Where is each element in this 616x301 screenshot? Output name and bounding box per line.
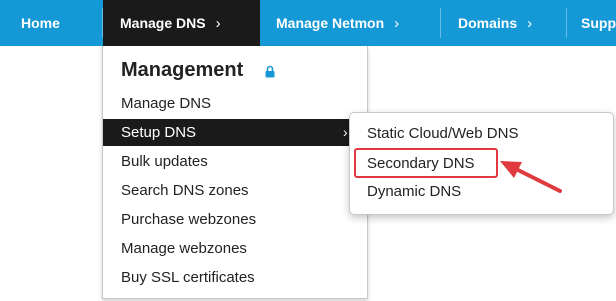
chevron-right-icon: › (394, 15, 400, 32)
menu-item-manage-dns[interactable]: Manage DNS (103, 90, 367, 117)
chevron-right-icon: › (343, 124, 348, 140)
nav-support-label: Supp (581, 15, 616, 31)
nav-manage-dns[interactable]: Manage DNS › (103, 0, 260, 46)
chevron-right-icon: › (215, 15, 221, 32)
menu-item-bulk-updates[interactable]: Bulk updates (103, 148, 367, 175)
menu-item-manage-webzones[interactable]: Manage webzones (103, 235, 367, 262)
nav-manage-netmon[interactable]: Manage Netmon › (260, 0, 440, 46)
nav-manage-netmon-label: Manage Netmon › (276, 15, 400, 32)
menu-item-purchase-webzones[interactable]: Purchase webzones (103, 206, 367, 233)
menu-item-label: Purchase webzones (121, 211, 257, 228)
lock-icon (265, 65, 275, 83)
nav-manage-dns-label: Manage DNS › (120, 15, 221, 32)
nav-home-label: Home (21, 15, 60, 31)
submenu-item-static-cloud-web-dns[interactable]: Static Cloud/Web DNS (350, 120, 613, 148)
top-navbar: Home Manage DNS › Manage Netmon › Domains ›… (0, 0, 616, 46)
nav-home[interactable]: Home (0, 0, 102, 46)
menu-item-label: Search DNS zones (121, 182, 249, 199)
nav-domains[interactable]: Domains › (441, 0, 566, 46)
submenu-item-label: Static Cloud/Web DNS (367, 125, 519, 142)
nav-support[interactable]: Supp (567, 0, 616, 46)
submenu-item-label: Secondary DNS (367, 155, 475, 172)
setup-dns-submenu: Static Cloud/Web DNS Secondary DNS Dynam… (349, 112, 614, 215)
management-heading: Management (121, 59, 244, 81)
menu-item-buy-ssl-certificates[interactable]: Buy SSL certificates (103, 264, 367, 291)
red-arrow-icon (494, 157, 566, 202)
menu-item-label: Manage DNS (121, 95, 212, 112)
menu-item-label: Manage webzones (121, 240, 247, 257)
submenu-item-dynamic-dns[interactable]: Dynamic DNS (350, 178, 613, 206)
menu-item-label: Bulk updates (121, 153, 208, 170)
chevron-right-icon: › (527, 15, 533, 32)
management-dropdown: Management Manage DNS Setup DNS › Bulk u… (102, 46, 368, 299)
submenu-item-label: Dynamic DNS (367, 183, 462, 200)
menu-item-search-dns-zones[interactable]: Search DNS zones (103, 177, 367, 204)
menu-item-label: Setup DNS (121, 124, 197, 141)
nav-domains-label: Domains › (458, 15, 533, 32)
submenu-item-secondary-dns[interactable]: Secondary DNS (350, 150, 613, 178)
menu-item-setup-dns[interactable]: Setup DNS › (103, 119, 367, 146)
menu-item-label: Buy SSL certificates (121, 269, 255, 286)
